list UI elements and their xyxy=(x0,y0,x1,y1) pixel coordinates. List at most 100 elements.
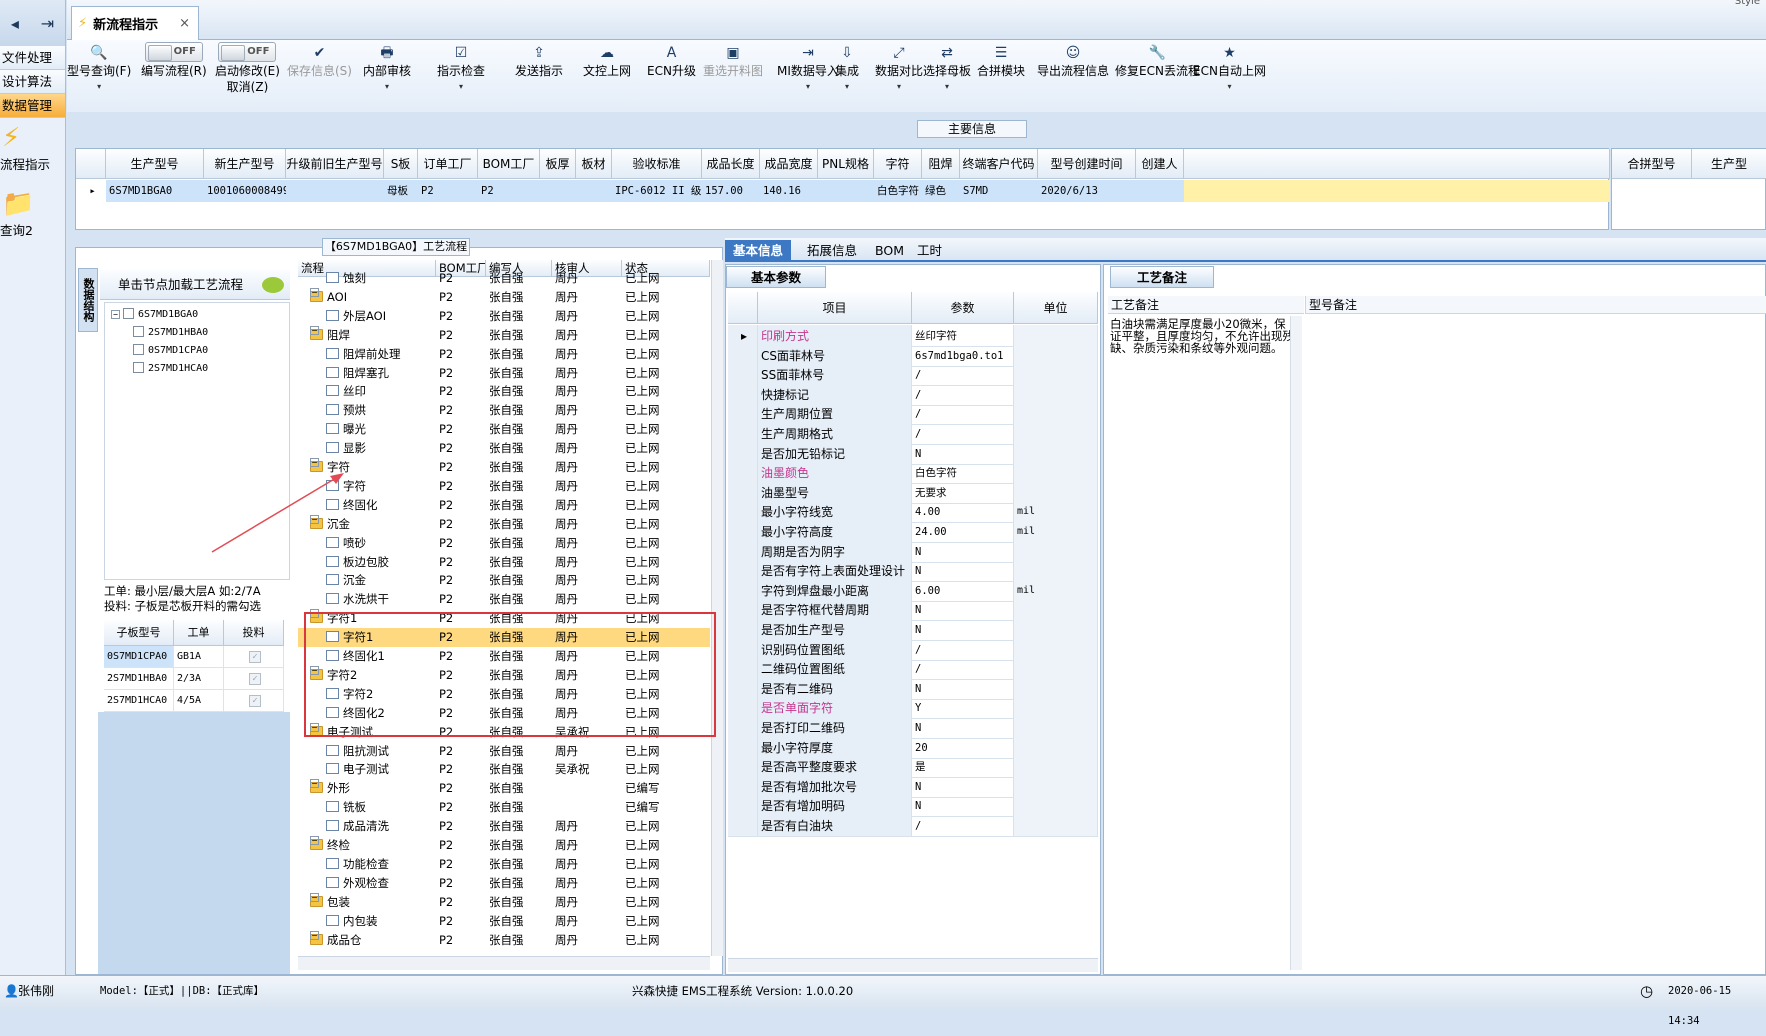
tree-node[interactable]: 2S7MD1HCA0 xyxy=(133,361,208,377)
grid-cell[interactable]: P2 xyxy=(478,180,540,202)
toolbar-check-button[interactable]: ✔ 保存信息(S) xyxy=(287,40,352,80)
column-header[interactable]: 生产型号 xyxy=(106,149,204,179)
flow-row[interactable]: 蚀刻 P2 张自强 周丹 已上网 xyxy=(298,269,710,288)
notes-scrollbar[interactable] xyxy=(1290,316,1302,970)
param-row[interactable]: 是否有白油块 / xyxy=(728,815,1098,837)
flow-step-name[interactable]: − 外形 xyxy=(310,779,436,798)
flow-row[interactable]: − 阻焊 P2 张自强 周丹 已上网 xyxy=(298,325,710,345)
expand-toggle[interactable]: − xyxy=(310,325,319,335)
process-note-text[interactable]: 白油块需满足厚度最小20微米，保证平整，且厚度均匀，不允许出现残缺、杂质污染和条… xyxy=(1110,318,1296,354)
grid-cell[interactable]: P2 xyxy=(418,180,478,202)
flow-step-name[interactable]: 水洗烘干 xyxy=(326,590,436,609)
nav-item-file[interactable]: 文件处理 xyxy=(0,46,65,70)
column-header[interactable]: 成品长度 xyxy=(702,149,760,179)
toolbar-checkbox-button[interactable]: ☑ 指示检查 ▾ xyxy=(437,40,485,94)
sub-table-header[interactable]: 工单 xyxy=(174,620,224,646)
flow-step-name[interactable]: − 包装 xyxy=(310,892,436,912)
flow-step-name[interactable]: 外观检查 xyxy=(326,874,436,893)
toolbar-smile-button[interactable]: ☺ 导出流程信息 xyxy=(1037,40,1109,80)
flow-row[interactable]: − 包装 P2 张自强 周丹 已上网 xyxy=(298,892,710,912)
param-value[interactable]: / xyxy=(912,815,1014,837)
flow-step-name[interactable]: 阻焊塞孔 xyxy=(326,364,436,383)
column-header[interactable]: 终端客户代码 xyxy=(960,149,1038,179)
sub-table-header[interactable]: 投料 xyxy=(224,620,284,646)
sub-board-workorder[interactable]: 2/3A xyxy=(174,668,224,690)
grid-cell[interactable] xyxy=(540,180,576,202)
grid-cell[interactable]: 白色字符 xyxy=(874,180,922,202)
checkbox-icon[interactable] xyxy=(133,362,144,373)
expand-toggle[interactable]: − xyxy=(310,287,319,297)
grid-cell[interactable] xyxy=(1136,180,1184,202)
toolbar-shuffle-button[interactable]: ⇄ 选择母板 ▾ xyxy=(923,40,971,94)
flow-row[interactable]: 喷砂 P2 张自强 周丹 已上网 xyxy=(298,534,710,553)
grid-cell[interactable]: 10010600084997 xyxy=(204,180,286,202)
flow-step-name[interactable]: 曝光 xyxy=(326,420,436,439)
flow-step-name[interactable]: 预烘 xyxy=(326,401,436,420)
flow-step-name[interactable]: 蚀刻 xyxy=(326,269,436,288)
sub-board-model[interactable]: 2S7MD1HBA0 xyxy=(104,668,174,690)
tree-root[interactable]: −6S7MD1BGA0 xyxy=(111,307,198,323)
flow-row[interactable]: 成品清洗 P2 张自强 周丹 已上网 xyxy=(298,817,710,836)
column-header[interactable]: PNL规格 xyxy=(818,149,874,179)
flow-row[interactable]: 电子测试 P2 张自强 吴承祝 已上网 xyxy=(298,760,710,779)
flow-row[interactable]: − 沉金 P2 张自强 周丹 已上网 xyxy=(298,514,710,534)
toolbar-star-button[interactable]: ★ ECN自动上网 ▾ xyxy=(1193,40,1266,94)
sub-board-model[interactable]: 0S7MD1CPA0 xyxy=(104,646,174,668)
grid-cell[interactable] xyxy=(576,180,612,202)
feed-checkbox[interactable]: ✓ xyxy=(249,651,261,663)
flow-row[interactable]: 终固化 P2 张自强 周丹 已上网 xyxy=(298,496,710,515)
sub-table-header[interactable]: 子板型号 xyxy=(104,620,174,646)
flow-step-name[interactable]: 成品清洗 xyxy=(326,817,436,836)
toolbar-compare-button[interactable]: ⤢ 数据对比 ▾ xyxy=(875,40,923,94)
flow-step-name[interactable]: 显影 xyxy=(326,439,436,458)
tab-bom[interactable]: BOM xyxy=(867,240,912,262)
flow-row[interactable]: 水洗烘干 P2 张自强 周丹 已上网 xyxy=(298,590,710,609)
column-header[interactable]: 创建人 xyxy=(1136,149,1184,179)
toolbar-search-button[interactable]: 🔍 型号查询(F) ▾ xyxy=(67,40,131,94)
flow-row[interactable]: − 终检 P2 张自强 周丹 已上网 xyxy=(298,836,710,855)
grid-cell[interactable]: S7MD xyxy=(960,180,1038,202)
toolbar-printer-button[interactable]: 🖶 内部审核 ▾ xyxy=(363,40,411,94)
tab-basic[interactable]: 基本信息 xyxy=(725,240,792,262)
tab-hours[interactable]: 工时 xyxy=(909,240,950,262)
params-horizontal-scrollbar[interactable] xyxy=(728,958,1098,972)
login-icon[interactable]: ⇥ xyxy=(41,14,54,33)
feed-checkbox[interactable]: ✓ xyxy=(249,695,261,707)
expand-toggle[interactable]: − xyxy=(310,458,319,467)
flow-row[interactable]: 铣板 P2 张自强 已编写 xyxy=(298,798,710,817)
flow-row[interactable]: 外层AOI P2 张自强 周丹 已上网 xyxy=(298,307,710,326)
flow-step-name[interactable]: 丝印 xyxy=(326,382,436,401)
sub-board-workorder[interactable]: GB1A xyxy=(174,646,224,668)
column-header[interactable]: 验收标准 xyxy=(612,149,702,179)
nav-item-design[interactable]: 设计算法 xyxy=(0,70,65,94)
flow-row[interactable]: 预烘 P2 张自强 周丹 已上网 xyxy=(298,401,710,420)
sub-board-workorder[interactable]: 4/5A xyxy=(174,690,224,712)
tree-node[interactable]: 2S7MD1HBA0 xyxy=(133,325,208,341)
flow-step-name[interactable]: 功能检查 xyxy=(326,855,436,874)
expand-toggle[interactable]: − xyxy=(310,779,319,789)
flow-row[interactable]: 显影 P2 张自强 周丹 已上网 xyxy=(298,439,710,458)
row-indicator[interactable]: ▸ xyxy=(76,180,106,202)
flow-step-name[interactable]: − 成品仓 xyxy=(310,930,436,950)
flow-step-name[interactable]: 外层AOI xyxy=(326,307,436,326)
grid-cell[interactable]: 6S7MD1BGA0 xyxy=(106,180,204,202)
expand-toggle[interactable]: − xyxy=(310,930,319,940)
chevron-down-icon[interactable]: ▾ xyxy=(777,80,839,94)
flow-row[interactable]: 沉金 P2 张自强 周丹 已上网 xyxy=(298,571,710,590)
column-header[interactable]: 阻焊 xyxy=(922,149,960,179)
grid-cell[interactable]: 2020/6/13 xyxy=(1038,180,1136,202)
column-header[interactable]: 型号创建时间 xyxy=(1038,149,1136,179)
flow-row[interactable]: 阻焊塞孔 P2 张自强 周丹 已上网 xyxy=(298,364,710,383)
toolbar-cloud-button[interactable]: ☁ 文控上网 xyxy=(583,40,631,80)
feed-checkbox[interactable]: ✓ xyxy=(249,673,261,685)
chevron-down-icon[interactable]: ▾ xyxy=(923,80,971,94)
toolbar-upload-button[interactable]: ⇪ 发送指示 xyxy=(515,40,563,80)
grid-cell[interactable]: 绿色 xyxy=(922,180,960,202)
expand-toggle[interactable]: − xyxy=(310,836,319,845)
params-column-header[interactable]: 单位 xyxy=(1014,292,1098,324)
column-header[interactable]: S板 xyxy=(384,149,418,179)
grid-cell[interactable]: 母板 xyxy=(384,180,418,202)
expand-toggle[interactable]: − xyxy=(310,892,319,902)
side-tab-structure[interactable]: 数据结构 xyxy=(78,268,98,332)
params-column-header[interactable]: 项目 xyxy=(758,292,912,324)
